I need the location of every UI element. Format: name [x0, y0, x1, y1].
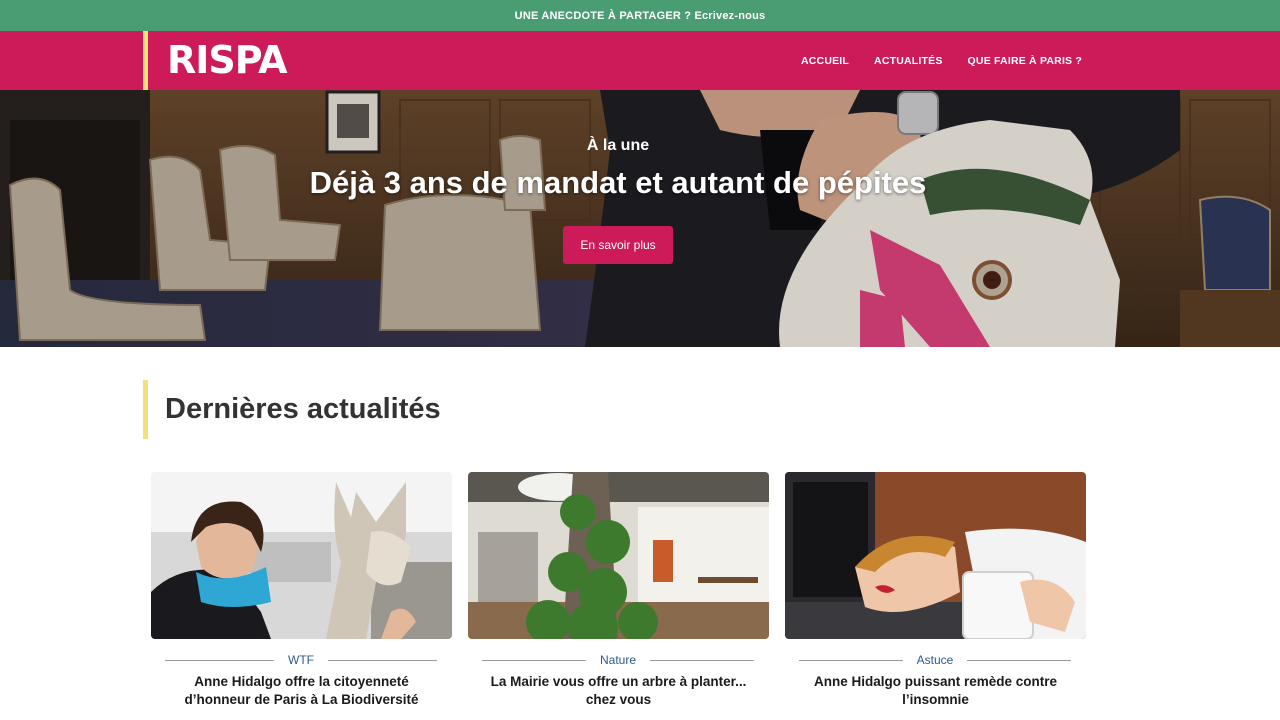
news-card-title[interactable]: Anne Hidalgo puissant remède contre l’in…: [795, 673, 1076, 709]
news-card-category[interactable]: WTF: [288, 653, 314, 667]
news-card-category-row: Astuce: [799, 652, 1071, 668]
news-card[interactable]: Astuce Anne Hidalgo puissant remède cont…: [785, 472, 1086, 720]
divider: [650, 659, 754, 661]
news-card-image[interactable]: [151, 472, 452, 639]
divider: [799, 659, 903, 661]
news-card-category[interactable]: Nature: [600, 653, 636, 667]
news-card[interactable]: Nature La Mairie vous offre un arbre à p…: [468, 472, 769, 720]
news-card-image[interactable]: [785, 472, 1086, 639]
news-card-category-row: WTF: [165, 652, 437, 668]
section-title: Dernières actualités: [165, 393, 441, 425]
news-card-category-row: Nature: [482, 652, 754, 668]
site-header: RISPA ACCUEIL ACTUALITÉS QUE FAIRE À PAR…: [0, 31, 1280, 90]
main-nav: ACCUEIL ACTUALITÉS QUE FAIRE À PARIS ?: [801, 31, 1082, 90]
site-logo[interactable]: RISPA: [167, 40, 288, 80]
divider: [482, 659, 586, 661]
hero-banner: À la une Déjà 3 ans de mandat et autant …: [0, 90, 1280, 347]
news-card-image[interactable]: [468, 472, 769, 639]
announcement-link[interactable]: UNE ANECDOTE À PARTAGER ? Ecrivez-nous: [515, 10, 766, 22]
nav-item-accueil[interactable]: ACCUEIL: [801, 55, 849, 67]
divider: [328, 659, 437, 661]
hero-read-more-button[interactable]: En savoir plus: [563, 226, 673, 264]
news-card[interactable]: WTF Anne Hidalgo offre la citoyenneté d’…: [151, 472, 452, 720]
divider: [967, 659, 1071, 661]
header-accent-bar: [143, 31, 148, 90]
news-card-category[interactable]: Astuce: [917, 653, 954, 667]
news-card-grid: WTF Anne Hidalgo offre la citoyenneté d’…: [151, 472, 1086, 720]
divider: [165, 659, 274, 661]
hero-overlay: [0, 90, 1280, 347]
section-accent-bar: [143, 380, 148, 439]
hero-kicker: À la une: [586, 137, 650, 154]
announcement-bar: UNE ANECDOTE À PARTAGER ? Ecrivez-nous: [0, 0, 1280, 31]
nav-item-actualites[interactable]: ACTUALITÉS: [874, 55, 943, 67]
news-card-title[interactable]: La Mairie vous offre un arbre à planter.…: [478, 673, 759, 709]
hero-title: Déjà 3 ans de mandat et autant de pépite…: [309, 165, 927, 200]
news-card-title[interactable]: Anne Hidalgo offre la citoyenneté d’honn…: [161, 673, 442, 709]
section-header: Dernières actualités: [143, 380, 441, 439]
nav-item-que-faire[interactable]: QUE FAIRE À PARIS ?: [968, 55, 1082, 67]
